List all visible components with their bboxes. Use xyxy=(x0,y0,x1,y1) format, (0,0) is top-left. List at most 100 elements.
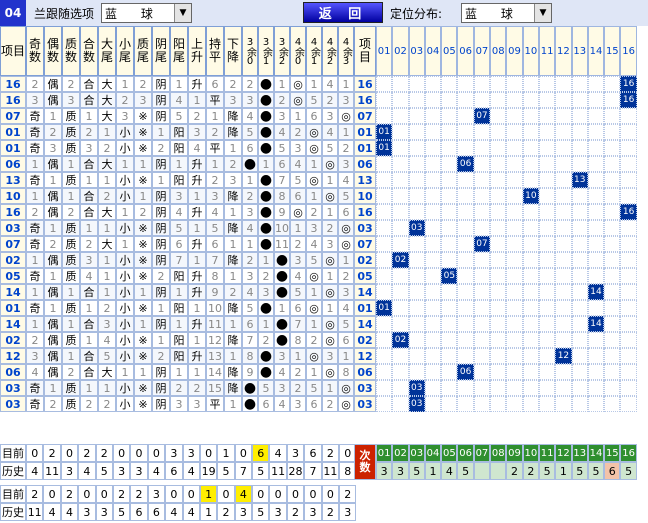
number-cell xyxy=(441,348,458,364)
table-row: 06 1 偶 1 合大 1 1 阴 1 升 1 2 ● 1 6 4 1 ◎ 3 06 06 xyxy=(0,156,648,172)
stat-cell: 4 xyxy=(78,462,96,480)
chevron-down-icon[interactable]: ▼ xyxy=(174,4,191,22)
row-cell: 1 xyxy=(152,172,170,188)
number-cell xyxy=(555,300,572,316)
dist-header: 10 xyxy=(522,444,539,462)
row-cell: 5 xyxy=(306,380,322,396)
stat-cell: 3 xyxy=(286,444,305,462)
row-cell: 1 xyxy=(242,172,258,188)
row-cell: 2 xyxy=(26,76,44,92)
stat-cell: 0 xyxy=(252,485,270,503)
stat-cell: 2 xyxy=(78,444,96,462)
stat-cell: 3 xyxy=(147,485,166,503)
row-cell: ◎ xyxy=(338,236,354,252)
number-cell xyxy=(555,188,572,204)
number-cell xyxy=(620,236,637,252)
number-cell xyxy=(538,364,556,380)
stat-cell: 4 xyxy=(43,503,61,521)
row-cell: 6 xyxy=(258,396,274,412)
position-distribution-label: 定位分布: xyxy=(390,7,443,21)
row-cell: 1 xyxy=(290,348,306,364)
row-cell: 1 xyxy=(322,380,338,396)
number-cell xyxy=(392,108,409,124)
stat-cell: 6 xyxy=(165,462,183,480)
stat-cell: 3 xyxy=(234,503,253,521)
row-cell: ◎ xyxy=(322,364,338,380)
table-row: 02 1 偶质 3 1 小 ※ 阴 7 1 7 降 2 1 ● 3 5 ◎ 1 02 02 xyxy=(0,252,648,268)
row-cell: 2 xyxy=(134,76,152,92)
hit-marker: 03 xyxy=(408,220,425,236)
number-cell xyxy=(571,204,588,220)
dist-value: 4 xyxy=(441,462,458,480)
stat-cell: 0 xyxy=(304,485,322,503)
row-id: 16 xyxy=(0,92,26,108)
row-cell: 2 xyxy=(80,236,98,252)
row-cell: 偶 xyxy=(44,156,62,172)
row-id-right: 06 xyxy=(354,364,376,380)
stat-cell: 5 xyxy=(217,462,235,480)
row-cell: 偶 xyxy=(44,364,62,380)
number-cell xyxy=(538,316,556,332)
row-cell: 1 xyxy=(306,188,322,204)
row-cell: 阳 xyxy=(170,140,188,156)
position-select[interactable]: 蓝 球 ▼ xyxy=(461,3,552,23)
dist-header: 02 xyxy=(392,444,409,462)
number-cell xyxy=(473,252,491,268)
number-cell xyxy=(555,108,572,124)
number-cell xyxy=(473,284,491,300)
row-cell: ● xyxy=(274,316,290,332)
back-button[interactable]: 返 回 xyxy=(303,2,383,23)
row-cell: 1 xyxy=(26,316,44,332)
hit-marker: 05 xyxy=(441,268,458,284)
number-cell xyxy=(376,332,393,348)
stat-label: 目前 xyxy=(0,444,26,462)
stat-cell: 0 xyxy=(286,485,305,503)
row-cell: 小 xyxy=(116,252,134,268)
row-cell: 2 xyxy=(98,300,116,316)
row-cell: 1 xyxy=(306,364,322,380)
row-cell: ※ xyxy=(134,332,152,348)
follow-select[interactable]: 蓝 球 ▼ xyxy=(101,3,192,23)
row-cell: ● xyxy=(274,332,290,348)
number-cell xyxy=(424,316,442,332)
row-cell: ※ xyxy=(134,124,152,140)
number-cell xyxy=(392,348,409,364)
number-cell xyxy=(441,172,458,188)
stat-cell: 0 xyxy=(165,485,183,503)
dist-value xyxy=(473,462,491,480)
row-cell: 1 xyxy=(116,76,134,92)
row-cell: 3 xyxy=(274,108,290,124)
row-cell: 1 xyxy=(306,156,322,172)
number-cell xyxy=(506,124,523,140)
row-cell: ● xyxy=(258,188,274,204)
row-cell: 2 xyxy=(322,396,338,412)
row-cell: 2 xyxy=(98,396,116,412)
header-15: 3余2 xyxy=(274,26,290,76)
row-cell: 1 xyxy=(322,300,338,316)
stat-cell: 0 xyxy=(182,485,200,503)
chevron-down-icon[interactable]: ▼ xyxy=(534,4,551,22)
row-cell: ● xyxy=(242,380,258,396)
number-cell xyxy=(457,172,474,188)
number-cell xyxy=(441,252,458,268)
dist-value: 3 xyxy=(376,462,393,480)
table-row: 13 奇 1 质 1 1 小 ※ 1 阳升 2 3 1 ● 7 5 ◎ 1 4 13 13 xyxy=(0,172,648,188)
stat-cell: 0 xyxy=(269,485,287,503)
table-row: 03 奇 1 质 1 1 小 ※ 阴 5 1 5 降 4 ● 10 1 3 2 ◎ 03 03 xyxy=(0,220,648,236)
number-header-09: 09 xyxy=(506,26,523,76)
number-cell xyxy=(604,140,621,156)
row-cell: 6 xyxy=(290,300,306,316)
number-cell xyxy=(424,396,442,412)
row-cell: 3 xyxy=(44,140,62,156)
number-cell xyxy=(441,124,458,140)
number-cell xyxy=(620,220,637,236)
number-cell xyxy=(571,92,588,108)
row-cell: 1 xyxy=(188,300,206,316)
stat-cell: 3 xyxy=(78,503,96,521)
row-cell: 5 xyxy=(170,220,188,236)
row-cell: 1 xyxy=(258,252,274,268)
number-cell xyxy=(473,380,491,396)
row-cell: 8 xyxy=(338,364,354,380)
row-cell: 1 xyxy=(98,172,116,188)
number-cell xyxy=(522,284,539,300)
